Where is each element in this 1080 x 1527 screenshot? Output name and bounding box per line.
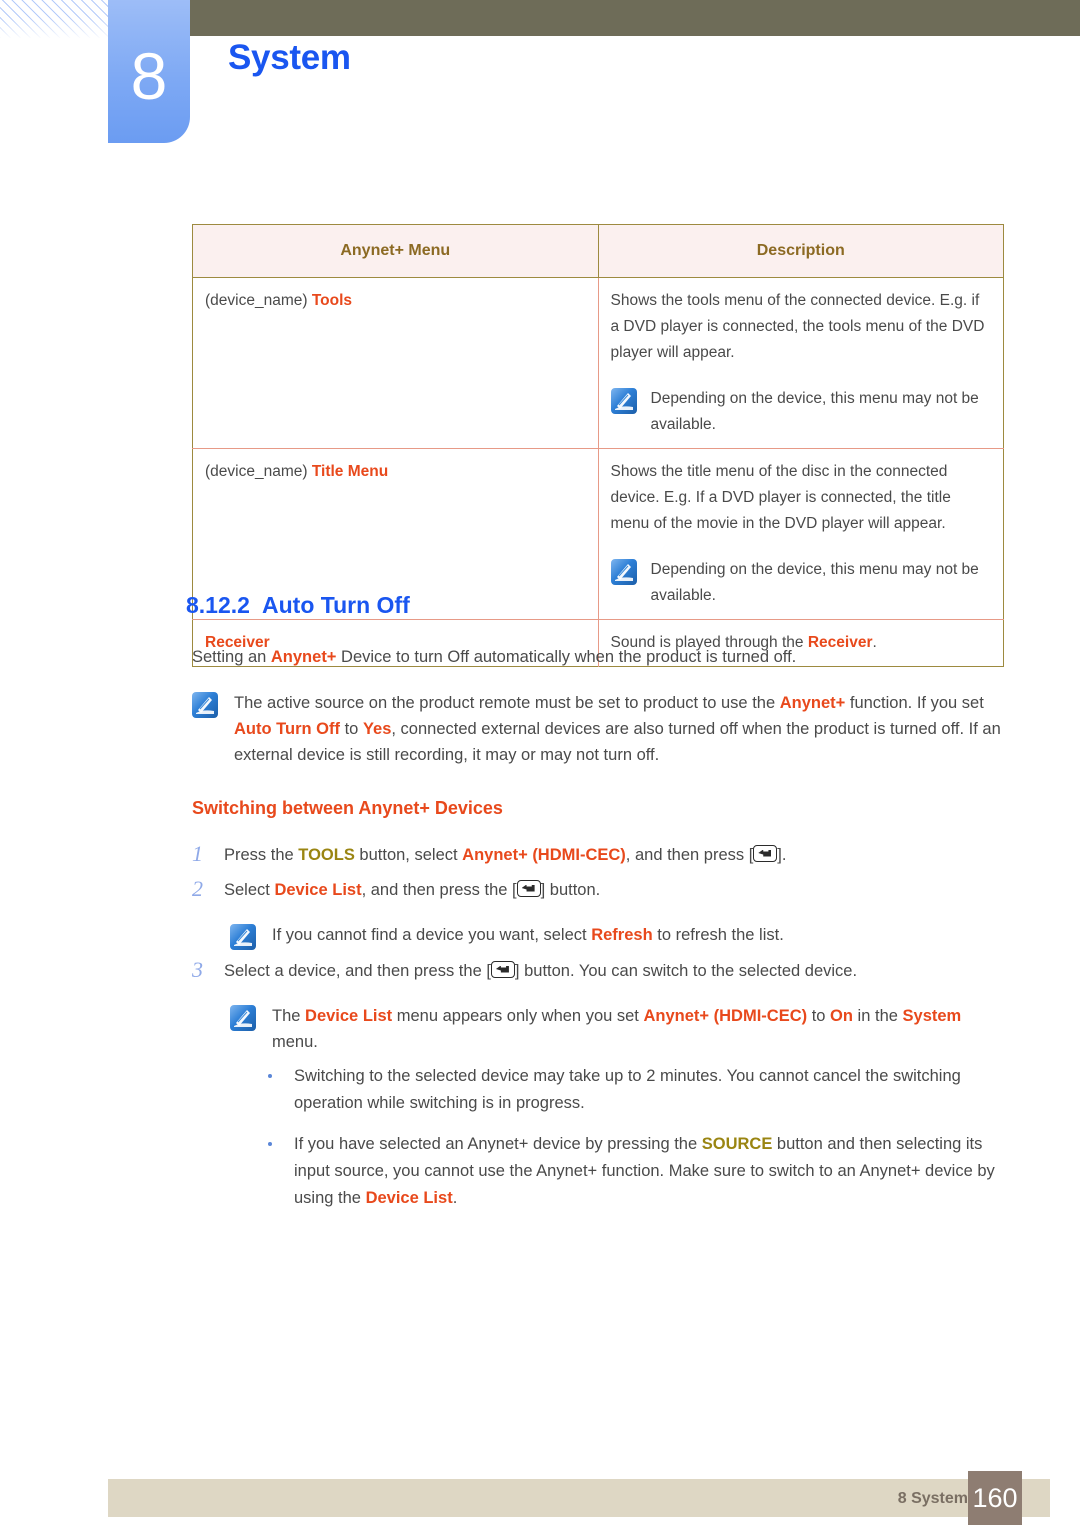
bullet-dot-icon (268, 1142, 276, 1146)
section-intro-paragraph: Setting an Anynet+ Device to turn Off au… (192, 644, 1004, 670)
footer-chapter-label: 8 System (897, 1490, 968, 1507)
chapter-number: 8 (130, 38, 168, 113)
menu-name: Title Menu (311, 463, 389, 480)
note-pen-icon (230, 924, 256, 950)
note-highlight-yes: Yes (362, 720, 392, 738)
intro-highlight: Anynet+ (270, 648, 337, 666)
step-number: 3 (192, 957, 203, 982)
note-part-1: The active source on the product remote … (234, 694, 780, 712)
note-part-2: function. If you set (845, 694, 984, 712)
note-block: Depending on the device, this menu may n… (610, 386, 992, 438)
note-text: Depending on the device, this menu may n… (650, 561, 979, 604)
subsection-heading: Switching between Anynet+ Devices (192, 798, 503, 818)
dl-note-p2: menu appears only when you set (392, 1007, 644, 1025)
refresh-note-pre: If you cannot find a device you want, se… (272, 926, 592, 944)
note-text: Depending on the device, this menu may n… (650, 390, 979, 433)
description-text: Shows the title menu of the disc in the … (610, 463, 951, 532)
step3-tail: ] button. You can switch to the selected… (514, 962, 858, 980)
section-title: Auto Turn Off (262, 592, 410, 618)
step-item-1: 1 Press the TOOLS button, select Anynet+… (192, 842, 1004, 868)
note-highlight-auto-turn-off: Auto Turn Off (234, 720, 340, 738)
description-text: Shows the tools menu of the connected de… (610, 292, 985, 361)
step-text: Select Device List, and then press the [… (224, 877, 600, 903)
note-block-refresh: If you cannot find a device you want, se… (230, 922, 1004, 950)
step1-pre: Press the (224, 846, 299, 864)
step-text: Press the TOOLS button, select Anynet+ (… (224, 842, 786, 868)
note-text: The active source on the product remote … (234, 690, 1004, 768)
bullet-text: If you have selected an Anynet+ device b… (294, 1131, 1004, 1212)
step-text: Select a device, and then press the [ ] b… (224, 958, 857, 984)
note-block-device-list: The Device List menu appears only when y… (230, 1003, 1004, 1055)
list-item: If you have selected an Anynet+ device b… (268, 1131, 1004, 1212)
bullet2-pre: If you have selected an Anynet+ device b… (294, 1135, 702, 1153)
enter-key-icon (753, 845, 778, 862)
intro-post: Device to turn Off automatically when th… (336, 648, 797, 666)
bullet2-post: . (452, 1189, 458, 1207)
dl-note-p4: in the (852, 1007, 903, 1025)
section-heading: 8.12.2 Auto Turn Off (186, 592, 410, 619)
note-text: The Device List menu appears only when y… (272, 1003, 1004, 1055)
cell-description: Shows the tools menu of the connected de… (598, 278, 1004, 449)
menu-prefix: (device_name) (205, 463, 308, 480)
enter-key-icon (490, 961, 515, 978)
note-pen-icon (610, 388, 637, 414)
refresh-note-highlight: Refresh (591, 926, 653, 944)
step2-tail: ] button. (540, 881, 601, 899)
bullet2-highlight-device-list: Device List (365, 1189, 453, 1207)
step-item-2: 2 Select Device List, and then press the… (192, 877, 1004, 903)
dl-note-p5: menu. (272, 1033, 318, 1051)
note-highlight-anynet: Anynet+ (779, 694, 846, 712)
note-pen-icon (230, 1005, 256, 1031)
table-row: (device_name) Tools Shows the tools menu… (192, 277, 1004, 449)
step1-post: , and then press [ (625, 846, 754, 864)
note-text: If you cannot find a device you want, se… (272, 922, 784, 948)
step-number: 2 (192, 876, 203, 901)
cell-menu-name: (device_name) Tools (192, 277, 599, 449)
step1-tail: ]. (777, 846, 787, 864)
dl-note-highlight-system: System (902, 1007, 962, 1025)
step1-highlight-anynet: Anynet+ (HDMI-CEC) (462, 846, 626, 864)
step1-highlight-tools: TOOLS (298, 846, 355, 864)
note-block: Depending on the device, this menu may n… (610, 557, 992, 609)
step-number: 1 (192, 841, 203, 866)
menu-prefix: (device_name) (205, 292, 308, 309)
decorative-hatch-pattern (0, 0, 108, 38)
header-olive-bar (190, 0, 1080, 36)
step2-pre: Select (224, 881, 275, 899)
dl-note-highlight-device-list: Device List (305, 1007, 393, 1025)
column-header-description: Description (598, 224, 1004, 278)
dl-note-p3: to (807, 1007, 831, 1025)
step-item-3: 3 Select a device, and then press the []… (192, 958, 1004, 984)
refresh-note-post: to refresh the list. (652, 926, 784, 944)
note-pen-icon (610, 559, 637, 585)
menu-name: Tools (311, 292, 353, 309)
dl-note-p1: The (272, 1007, 306, 1025)
note-pen-icon (192, 692, 218, 718)
chapter-title: System (228, 38, 351, 77)
list-item: Switching to the selected device may tak… (268, 1063, 1004, 1117)
enter-key-icon (516, 880, 541, 897)
cell-description: Shows the title menu of the disc in the … (598, 448, 1004, 620)
note-part-3: to (340, 720, 363, 738)
step1-mid: button, select (354, 846, 463, 864)
footer-page-number: 160 (968, 1471, 1022, 1525)
step2-highlight-device-list: Device List (274, 881, 362, 899)
bullet-text: Switching to the selected device may tak… (294, 1067, 961, 1112)
note-block-auto-turn-off: The active source on the product remote … (192, 690, 1004, 768)
column-header-menu: Anynet+ Menu (192, 224, 599, 278)
dl-note-highlight-anynet: Anynet+ (HDMI-CEC) (643, 1007, 808, 1025)
intro-pre: Setting an (192, 648, 271, 666)
chapter-number-tab: 8 (108, 0, 190, 143)
bullet-list: Switching to the selected device may tak… (268, 1063, 1004, 1226)
step2-post: , and then press the [ (361, 881, 517, 899)
section-number: 8.12.2 (186, 592, 250, 618)
table-header-row: Anynet+ Menu Description (192, 224, 1004, 278)
bullet2-highlight-source: SOURCE (701, 1135, 773, 1153)
step3-pre: Select a device, and then press the [ (224, 962, 491, 980)
bullet-dot-icon (268, 1074, 276, 1078)
dl-note-highlight-on: On (830, 1007, 853, 1025)
